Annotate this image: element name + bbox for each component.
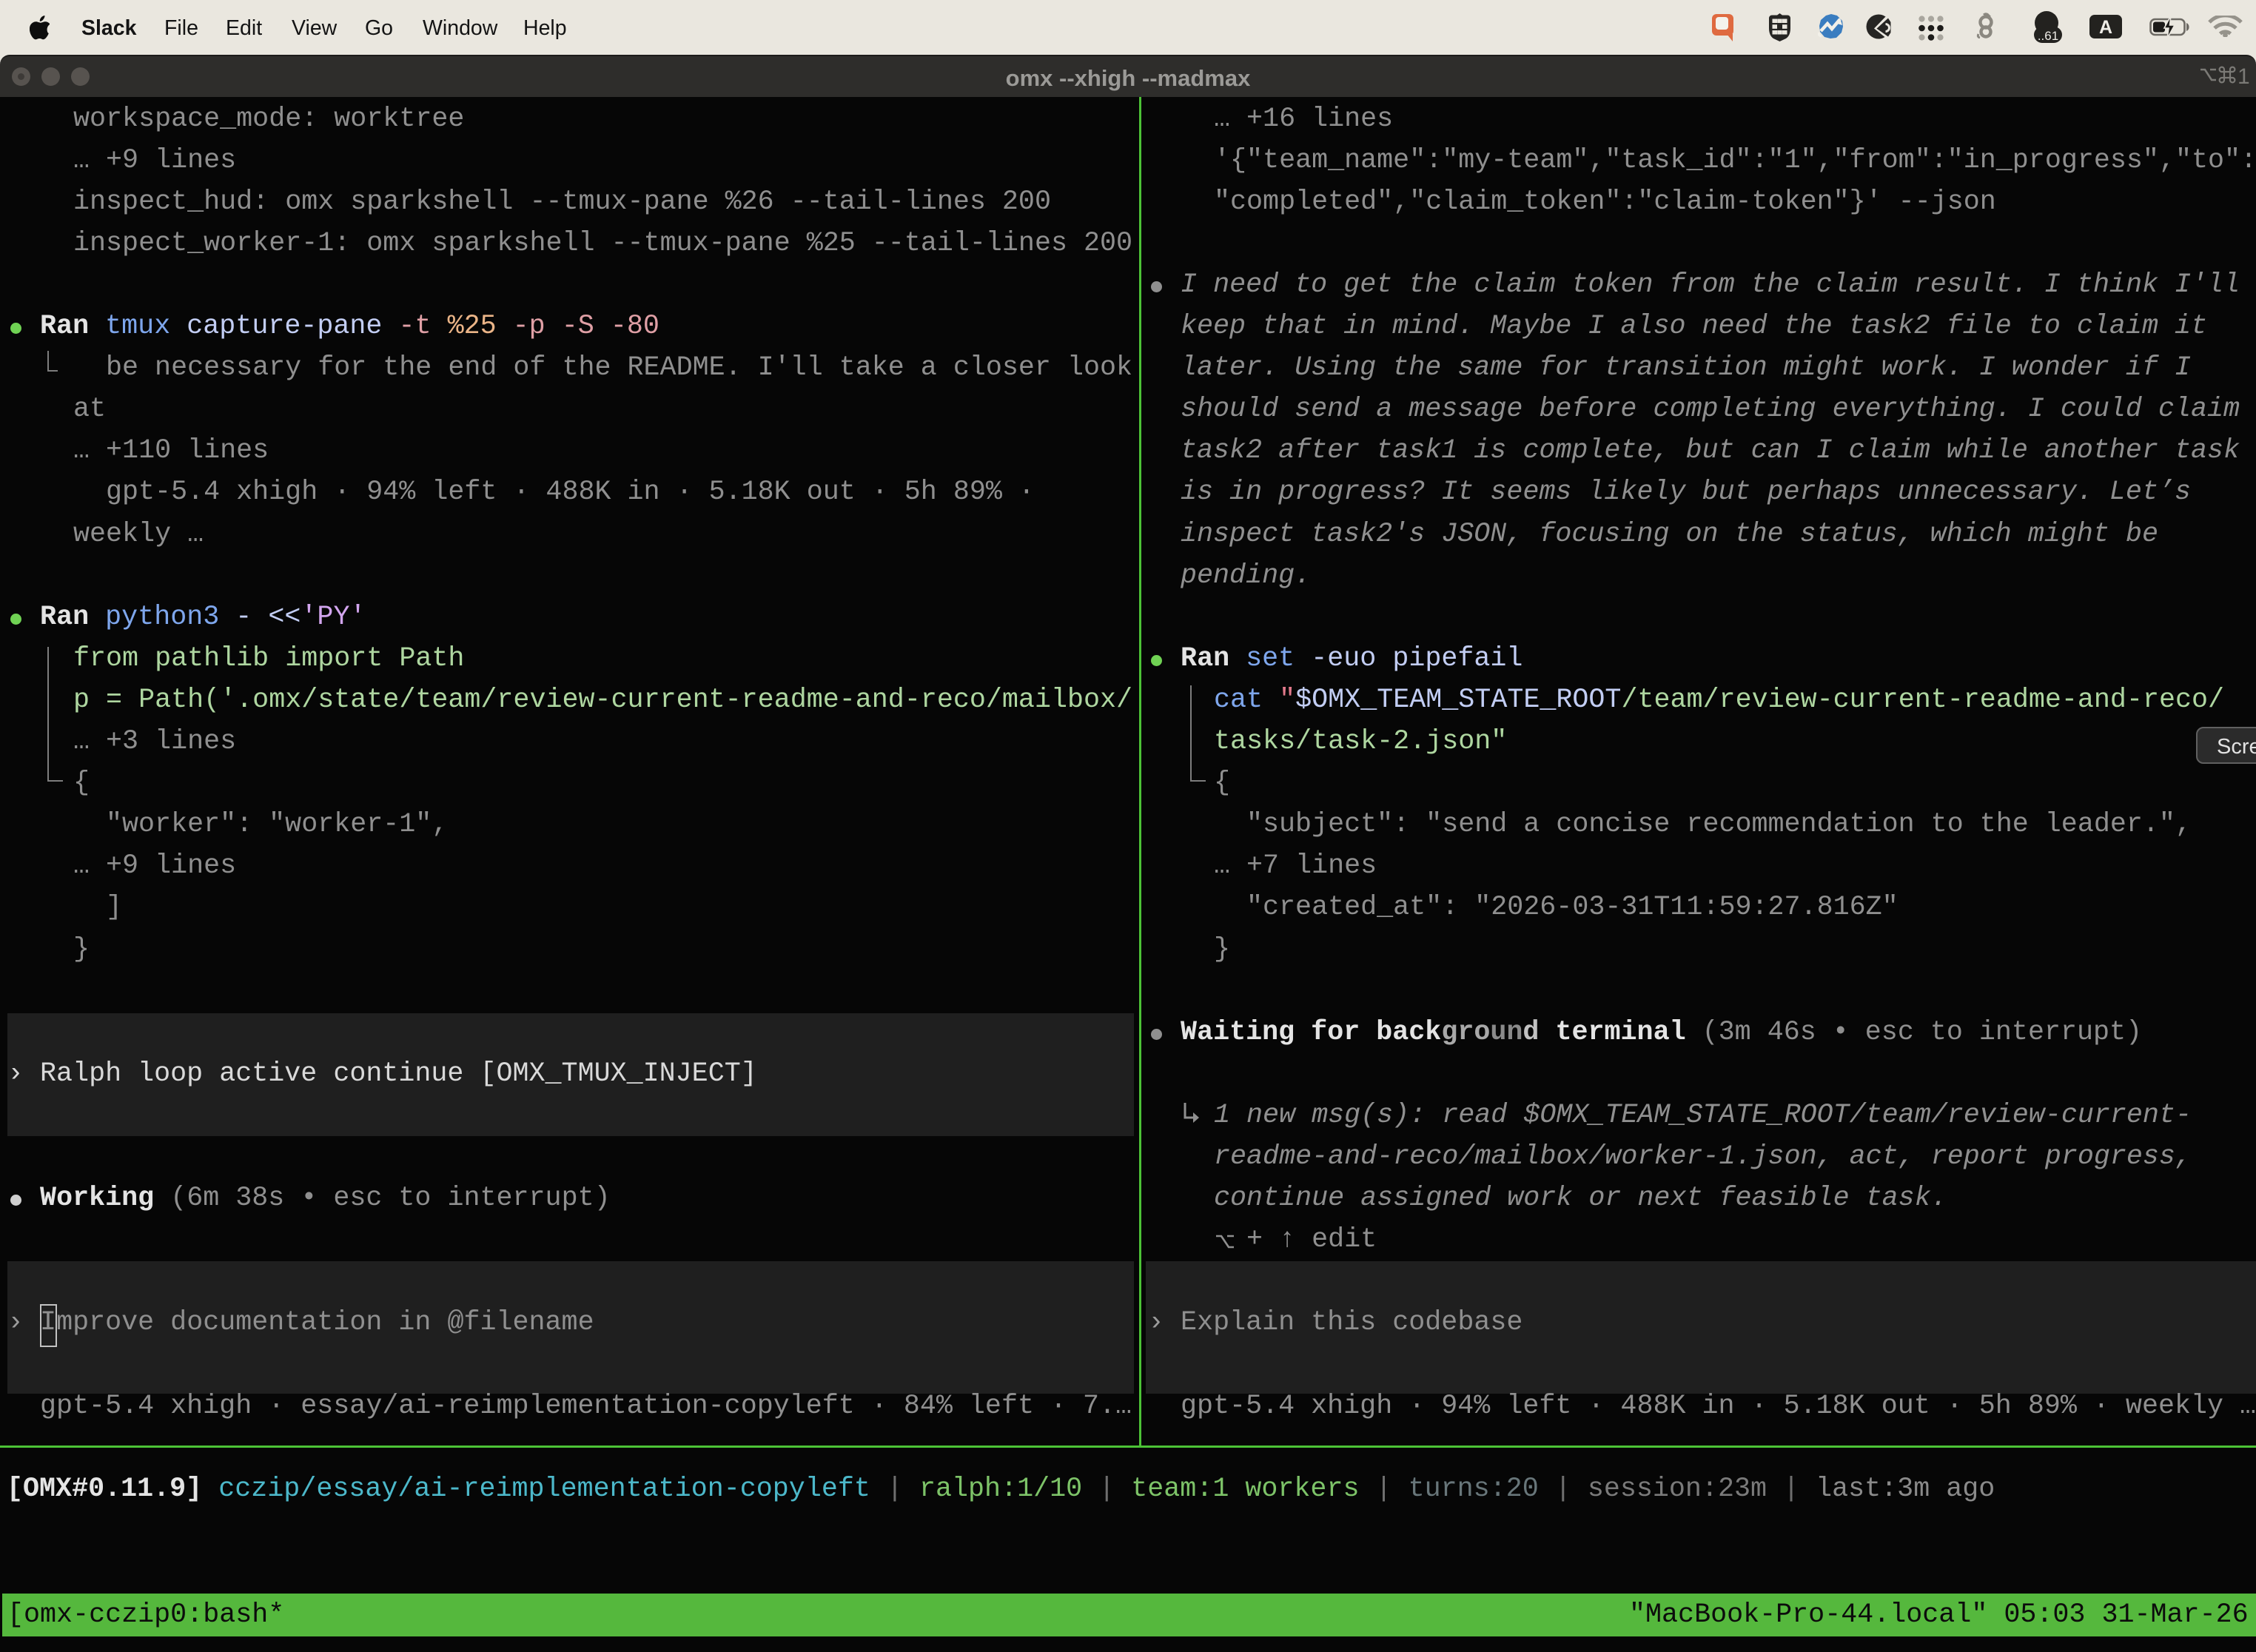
svg-text:..61: ..61 — [2038, 29, 2058, 43]
svg-text:A: A — [2099, 17, 2112, 38]
